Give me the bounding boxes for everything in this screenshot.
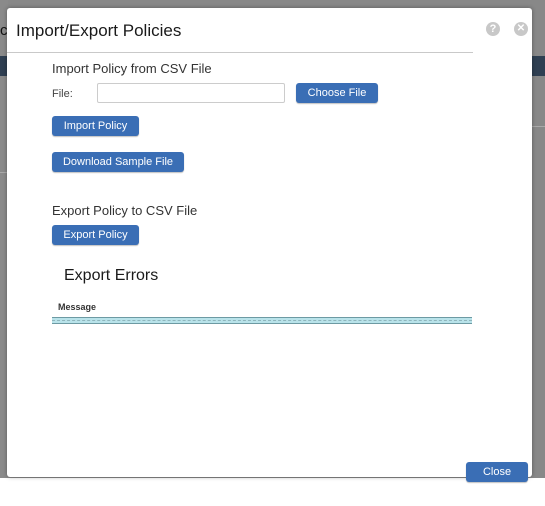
import-export-dialog: Import/Export Policies ? ✕ Import Policy… bbox=[7, 8, 532, 477]
errors-grid-empty-row bbox=[52, 320, 472, 321]
errors-grid-header: Message bbox=[52, 300, 472, 318]
errors-grid-body bbox=[52, 317, 472, 324]
close-button[interactable]: Close bbox=[466, 462, 528, 482]
close-icon[interactable]: ✕ bbox=[514, 22, 528, 36]
export-errors-title: Export Errors bbox=[64, 267, 159, 284]
import-policy-button[interactable]: Import Policy bbox=[52, 116, 139, 136]
header-divider bbox=[7, 52, 473, 53]
download-sample-file-button[interactable]: Download Sample File bbox=[52, 152, 184, 172]
import-section-heading: Import Policy from CSV File bbox=[52, 61, 212, 76]
export-policy-button[interactable]: Export Policy bbox=[52, 225, 139, 245]
file-path-input[interactable] bbox=[97, 83, 285, 103]
column-header-message[interactable]: Message bbox=[58, 300, 96, 314]
export-section-heading: Export Policy to CSV File bbox=[52, 203, 198, 218]
help-icon[interactable]: ? bbox=[486, 22, 500, 36]
choose-file-button[interactable]: Choose File bbox=[296, 83, 378, 103]
background-divider-right bbox=[532, 126, 545, 127]
file-label: File: bbox=[52, 88, 73, 100]
dialog-title: Import/Export Policies bbox=[16, 21, 182, 40]
background-nav-bar-right bbox=[532, 56, 545, 76]
screen: co Import/Export Policies ? ✕ Import Pol… bbox=[0, 0, 545, 506]
